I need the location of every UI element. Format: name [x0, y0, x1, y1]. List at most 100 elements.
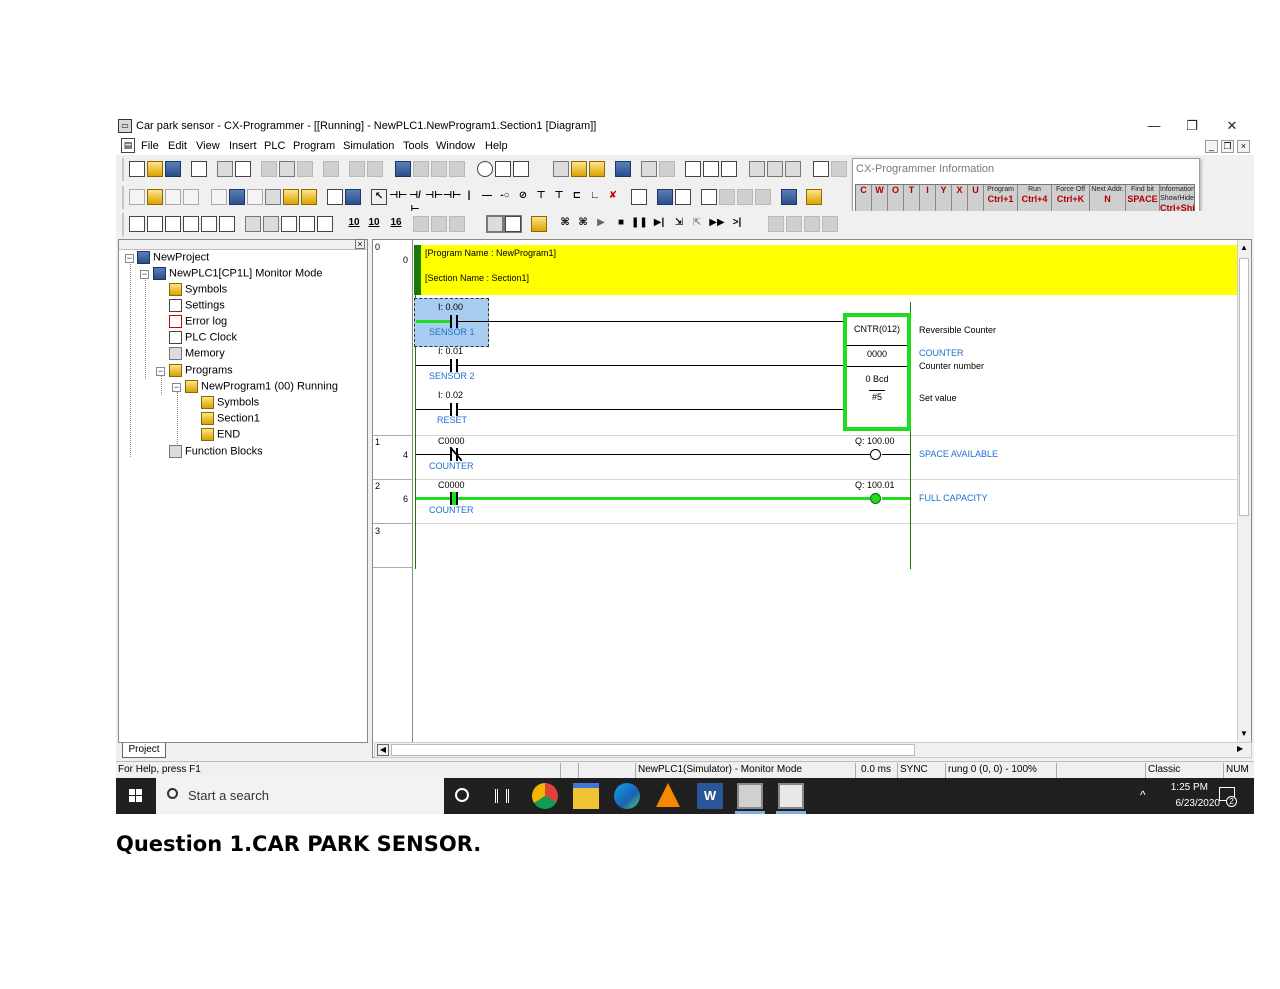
tree-item-plc[interactable]: NewPLC1[CP1L] Monitor Mode — [153, 267, 322, 283]
tree-item-settings[interactable]: Settings — [169, 299, 225, 315]
memory-card-view-icon[interactable] — [281, 216, 297, 232]
menu-plc[interactable]: PLC — [264, 140, 285, 152]
rung-comment-icon[interactable] — [631, 189, 647, 205]
route-mode-icon[interactable]: ∟ — [587, 189, 603, 205]
io-comment-icon[interactable] — [165, 216, 181, 232]
minimize-button[interactable]: — — [1136, 117, 1172, 135]
tree-item-error-log[interactable]: Error log — [169, 315, 227, 331]
signed-decimal-display-icon[interactable]: 10 — [366, 216, 382, 232]
tree-item-end[interactable]: END — [201, 428, 240, 444]
compile-icon[interactable] — [641, 161, 657, 177]
simulator-taskbar-icon[interactable] — [778, 783, 804, 809]
menu-edit[interactable]: Edit — [168, 140, 187, 152]
find-icon[interactable] — [395, 161, 411, 177]
ladder-view-icon[interactable] — [701, 189, 717, 205]
select-mode-icon[interactable]: ↖ — [371, 189, 387, 205]
symbol-table-icon[interactable] — [245, 216, 261, 232]
paste-icon[interactable] — [297, 161, 313, 177]
online-icon[interactable] — [571, 161, 587, 177]
symbol-list-icon[interactable] — [263, 216, 279, 232]
tree-item-memory[interactable]: Memory — [169, 347, 225, 363]
tree-item-programs[interactable]: Programs — [169, 364, 233, 380]
file-explorer-icon[interactable] — [573, 783, 599, 809]
pause-sim-icon[interactable]: ❚❚ — [631, 216, 648, 232]
set-breakpoint-icon[interactable]: ⌘ — [575, 216, 591, 232]
compile-program-icon[interactable] — [657, 189, 673, 205]
program-check-icon[interactable] — [675, 189, 691, 205]
scroll-left-icon[interactable]: ◀ — [377, 744, 389, 756]
menu-file[interactable]: File — [141, 140, 159, 152]
settings-view-icon[interactable] — [201, 216, 217, 232]
vertical-scroll-thumb[interactable] — [1239, 258, 1249, 516]
restore-button[interactable]: ❐ — [1174, 117, 1210, 135]
menu-program[interactable]: Program — [293, 140, 335, 152]
close-icon[interactable]: × — [355, 239, 365, 249]
cancel-edit-icon[interactable] — [767, 161, 783, 177]
new-neg-contact-icon[interactable]: ⊤ — [551, 189, 567, 205]
tree-item-program-symbols[interactable]: Symbols — [201, 396, 259, 412]
menu-insert[interactable]: Insert — [229, 140, 257, 152]
data-view-icon[interactable] — [147, 216, 163, 232]
tab-project[interactable]: Project — [122, 743, 166, 758]
new-icon[interactable] — [129, 161, 145, 177]
plc-errors-icon[interactable] — [299, 216, 315, 232]
cx-programmer-taskbar-icon[interactable] — [737, 783, 763, 809]
new-closed-coil-icon[interactable]: ⊘ — [515, 189, 531, 205]
zoom-to-fit-icon[interactable] — [129, 189, 145, 205]
decimal-display-icon[interactable]: 10 — [346, 216, 362, 232]
show-bits-icon[interactable] — [265, 189, 281, 205]
print-icon[interactable] — [217, 161, 233, 177]
transfer-to-plc-icon[interactable] — [413, 216, 429, 232]
word-icon[interactable]: W — [697, 783, 723, 809]
transfer-icon[interactable] — [615, 161, 631, 177]
st-view-icon[interactable] — [737, 189, 753, 205]
preview-icon[interactable] — [235, 161, 251, 177]
simulation-settings-icon[interactable] — [531, 216, 547, 232]
scroll-up-icon[interactable]: ▲ — [1240, 243, 1248, 252]
monitor-window-icon[interactable] — [283, 189, 299, 205]
menu-simulation[interactable]: Simulation — [343, 140, 394, 152]
chevron-up-icon[interactable]: ^ — [1140, 788, 1146, 802]
step-in-icon[interactable]: ⇲ — [671, 216, 687, 232]
tree-collapse-toggle[interactable]: − — [156, 367, 165, 376]
work-online-simulator-icon[interactable] — [504, 215, 522, 233]
pause-icon[interactable] — [659, 161, 675, 177]
project-workspace-icon[interactable] — [345, 189, 361, 205]
transfer-from-plc-icon[interactable] — [431, 216, 447, 232]
taskbar-search-box[interactable]: Start a search — [156, 778, 444, 814]
clock-date[interactable]: 6/23/2020 — [1176, 798, 1221, 809]
zoom-icon[interactable] — [147, 189, 163, 205]
stop-icon[interactable]: ■ — [613, 216, 629, 232]
grid-icon[interactable] — [211, 189, 227, 205]
new-pos-contact-icon[interactable]: ⊤ — [533, 189, 549, 205]
tree-item-section1[interactable]: Section1 — [201, 412, 260, 428]
watch-window-icon[interactable] — [301, 189, 317, 205]
close-button[interactable]: ✕ — [1214, 117, 1250, 135]
new-or-closed-contact-icon[interactable]: ⊣⊢ — [443, 189, 461, 205]
new-coil-icon[interactable]: -○ — [497, 189, 513, 205]
about-icon[interactable] — [477, 161, 493, 177]
differential-monitor-icon[interactable] — [703, 161, 719, 177]
show-comments-icon[interactable] — [229, 189, 245, 205]
open-contact-counter[interactable] — [450, 492, 458, 505]
zoom-in-icon[interactable] — [165, 189, 181, 205]
cross-reference-icon[interactable] — [431, 161, 447, 177]
vlc-icon[interactable] — [656, 783, 680, 807]
help-icon[interactable] — [495, 161, 511, 177]
coil-space-available[interactable] — [870, 449, 881, 460]
tree-collapse-toggle[interactable]: − — [172, 383, 181, 392]
tree-item-plc-clock[interactable]: PLC Clock — [169, 331, 237, 347]
tree-item-function-blocks[interactable]: Function Blocks — [169, 445, 263, 461]
clock-time[interactable]: 1:25 PM — [1171, 782, 1208, 793]
continuous-step-icon[interactable]: ▶▶ — [709, 216, 725, 232]
cut-icon[interactable] — [261, 161, 277, 177]
new-vertical-icon[interactable]: | — [461, 189, 477, 205]
new-closed-contact-icon[interactable]: ⊣/⊢ — [407, 189, 423, 215]
context-help-icon[interactable] — [513, 161, 529, 177]
monitor-option-4-icon[interactable] — [822, 216, 838, 232]
redo-icon[interactable] — [367, 161, 383, 177]
menu-view[interactable]: View — [196, 140, 220, 152]
memory-view-icon[interactable] — [183, 216, 199, 232]
data-trace-icon[interactable] — [721, 161, 737, 177]
simulator-icon[interactable] — [486, 215, 504, 233]
